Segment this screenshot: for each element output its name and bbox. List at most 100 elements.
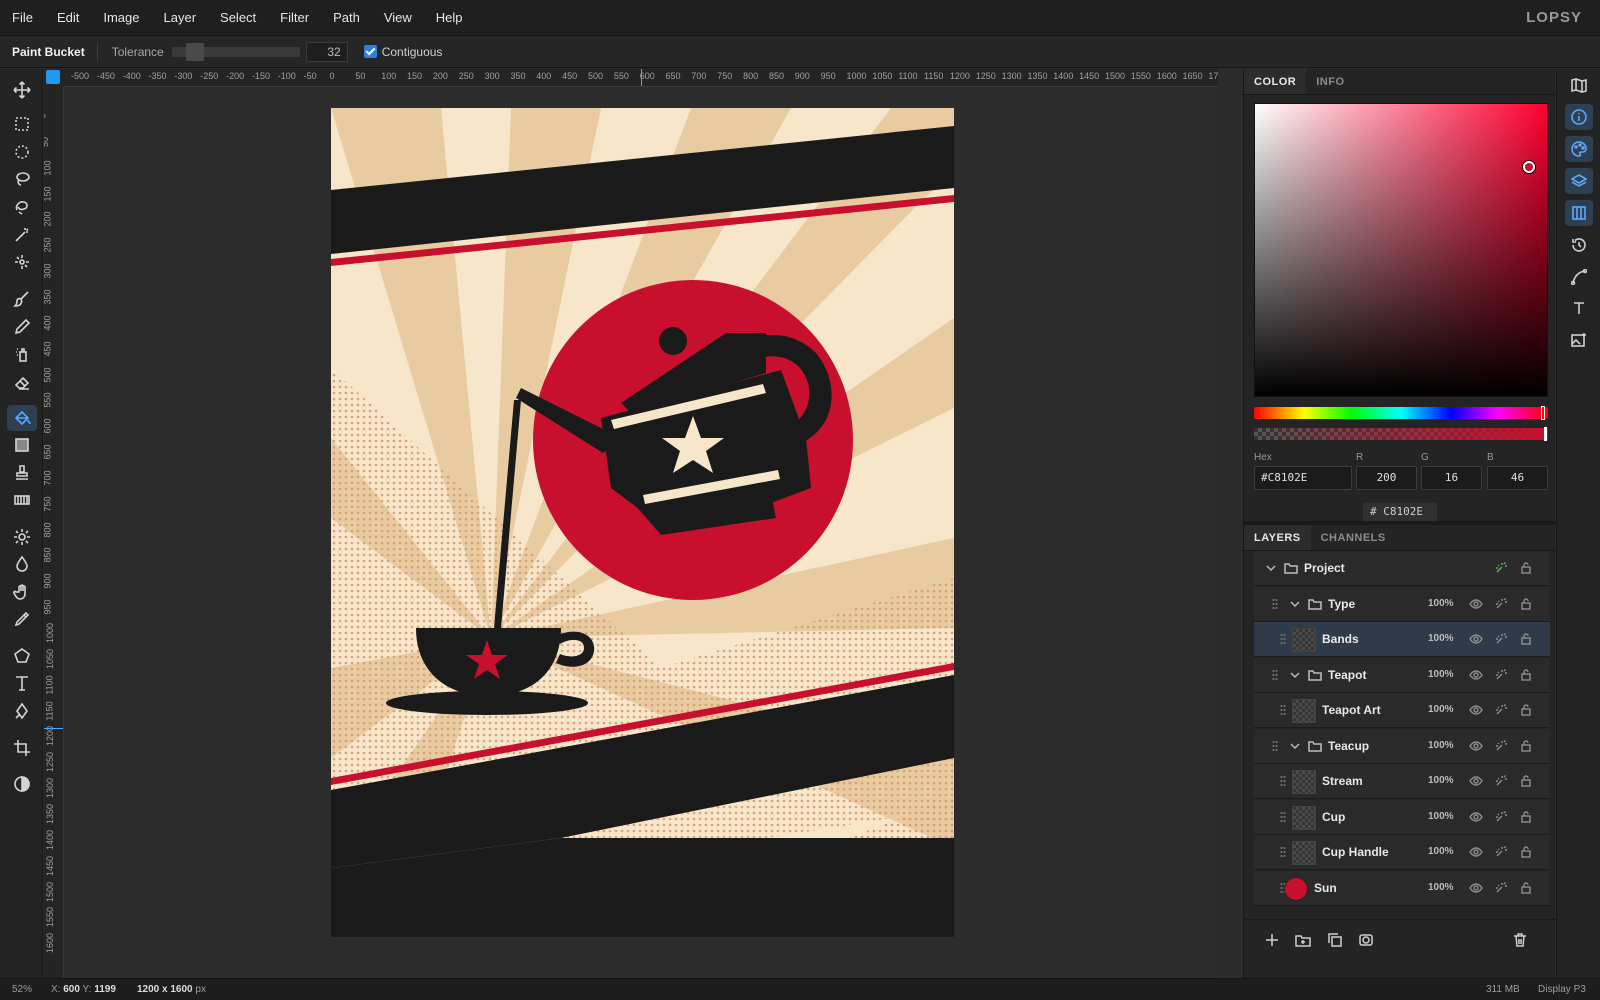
g-input[interactable]: 16 (1421, 466, 1482, 490)
eye-icon[interactable] (1469, 739, 1483, 753)
layer-name[interactable]: Bands (1322, 632, 1359, 646)
channels-icon[interactable] (1565, 200, 1593, 226)
layer-row-bands[interactable]: Bands 100% (1254, 622, 1550, 657)
alpha-slider-handle[interactable] (1544, 427, 1547, 441)
effects-icon[interactable] (1494, 881, 1508, 895)
tab-color[interactable]: COLOR (1244, 69, 1307, 94)
chevron-down-icon[interactable] (1288, 597, 1302, 611)
lock-icon[interactable] (1519, 597, 1533, 611)
layer-opacity[interactable]: 100% (1428, 882, 1454, 893)
eye-icon[interactable] (1469, 668, 1483, 682)
layer-opacity[interactable]: 100% (1428, 846, 1454, 857)
tab-channels[interactable]: CHANNELS (1311, 525, 1396, 550)
chevron-down-icon[interactable] (1288, 668, 1302, 682)
contiguous-option[interactable]: Contiguous (363, 45, 442, 59)
menu-filter[interactable]: Filter (268, 0, 321, 36)
magic-wand-icon[interactable] (7, 222, 37, 248)
eye-icon[interactable] (1469, 703, 1483, 717)
layer-row-cup-handle[interactable]: Cup Handle 100% (1254, 835, 1550, 870)
quick-select-icon[interactable] (7, 249, 37, 275)
horizontal-ruler[interactable]: -500 -450 -400 -350 -300 -250 -200 -150 -100 -50 0… (64, 69, 1218, 87)
layer-row-cup[interactable]: Cup 100% (1254, 799, 1550, 835)
eraser-icon[interactable] (7, 369, 37, 395)
hex-input[interactable]: #C8102E (1254, 466, 1352, 490)
layer-opacity[interactable]: 100% (1428, 775, 1454, 786)
image-adjust-icon[interactable] (1565, 327, 1593, 353)
magnetic-lasso-icon[interactable] (7, 194, 37, 220)
history-icon[interactable] (1565, 232, 1593, 258)
crop-icon[interactable] (7, 735, 37, 761)
menu-file[interactable]: File (0, 0, 45, 36)
effects-icon[interactable] (1494, 774, 1508, 788)
eyedropper-icon[interactable] (7, 606, 37, 632)
menu-select[interactable]: Select (208, 0, 268, 36)
hue-slider-handle[interactable] (1541, 406, 1545, 420)
paths-icon[interactable] (1565, 264, 1593, 290)
menu-image[interactable]: Image (91, 0, 151, 36)
spray-icon[interactable] (7, 341, 37, 367)
rect-select-icon[interactable] (7, 111, 37, 137)
layer-opacity[interactable]: 100% (1428, 704, 1454, 715)
pen-icon[interactable] (7, 698, 37, 724)
layer-name[interactable]: Teacup (1328, 739, 1369, 753)
eye-icon[interactable] (1469, 774, 1483, 788)
color-picker-handle[interactable] (1523, 161, 1535, 173)
layer-opacity[interactable]: 100% (1428, 598, 1454, 609)
lock-icon[interactable] (1519, 561, 1533, 575)
layer-name[interactable]: Sun (1314, 881, 1337, 895)
eye-icon[interactable] (1469, 881, 1483, 895)
lock-icon[interactable] (1519, 632, 1533, 646)
menu-edit[interactable]: Edit (45, 0, 91, 36)
layer-name[interactable]: Teapot Art (1322, 703, 1381, 717)
effects-icon[interactable] (1494, 668, 1508, 682)
navigator-icon[interactable] (1565, 72, 1593, 98)
effects-icon[interactable] (1494, 739, 1508, 753)
drag-handle-icon[interactable] (1280, 846, 1286, 858)
canvas-viewport[interactable] (64, 87, 1218, 978)
eye-icon[interactable] (1469, 632, 1483, 646)
b-input[interactable]: 46 (1487, 466, 1548, 490)
artwork-canvas[interactable] (331, 108, 954, 937)
layer-name[interactable]: Project (1304, 561, 1345, 575)
drag-handle-icon[interactable] (1272, 668, 1278, 681)
layers-icon[interactable] (1565, 168, 1593, 194)
character-icon[interactable] (1565, 295, 1593, 321)
drag-handle-icon[interactable] (1280, 633, 1286, 645)
lock-icon[interactable] (1519, 774, 1533, 788)
tab-layers[interactable]: LAYERS (1244, 525, 1311, 550)
layer-name[interactable]: Stream (1322, 774, 1363, 788)
paint-bucket-icon[interactable] (7, 405, 37, 431)
move-icon[interactable] (7, 77, 37, 103)
text-icon[interactable] (7, 670, 37, 696)
lock-icon[interactable] (1519, 810, 1533, 824)
eye-icon[interactable] (1469, 597, 1483, 611)
contrast-icon[interactable] (7, 771, 37, 797)
lock-icon[interactable] (1519, 668, 1533, 682)
layer-row-sun[interactable]: Sun 100% (1254, 870, 1550, 906)
effects-icon[interactable] (1494, 703, 1508, 717)
hue-slider[interactable] (1254, 406, 1548, 420)
layer-row-stream[interactable]: Stream 100% (1254, 764, 1550, 799)
vertical-ruler[interactable]: 0 50 100 150 200 250 300 350 400 450 500 550 600 650 7… (44, 87, 64, 978)
tolerance-input[interactable]: 32 (305, 41, 348, 62)
menu-view[interactable]: View (372, 0, 424, 36)
polygon-icon[interactable] (7, 643, 37, 669)
layer-opacity[interactable]: 100% (1428, 740, 1454, 751)
layer-opacity[interactable]: 100% (1428, 811, 1454, 822)
clone-stamp-icon[interactable] (7, 460, 37, 486)
gradient-icon[interactable] (7, 432, 37, 458)
layer-row-type[interactable]: Type 100% (1254, 586, 1550, 622)
add-layer-icon[interactable] (1264, 932, 1282, 950)
layer-row-project[interactable]: Project (1254, 551, 1550, 586)
hand-icon[interactable] (7, 579, 37, 605)
layer-name[interactable]: Type (1328, 597, 1355, 611)
layer-name[interactable]: Cup Handle (1322, 845, 1389, 859)
layer-mask-icon[interactable] (1358, 932, 1376, 950)
eye-icon[interactable] (1469, 845, 1483, 859)
palette-icon[interactable] (1565, 136, 1593, 162)
lock-icon[interactable] (1519, 881, 1533, 895)
chevron-down-icon[interactable] (1264, 561, 1278, 575)
chevron-down-icon[interactable] (1288, 739, 1302, 753)
menu-layer[interactable]: Layer (152, 0, 209, 36)
effects-icon[interactable] (1494, 561, 1508, 575)
